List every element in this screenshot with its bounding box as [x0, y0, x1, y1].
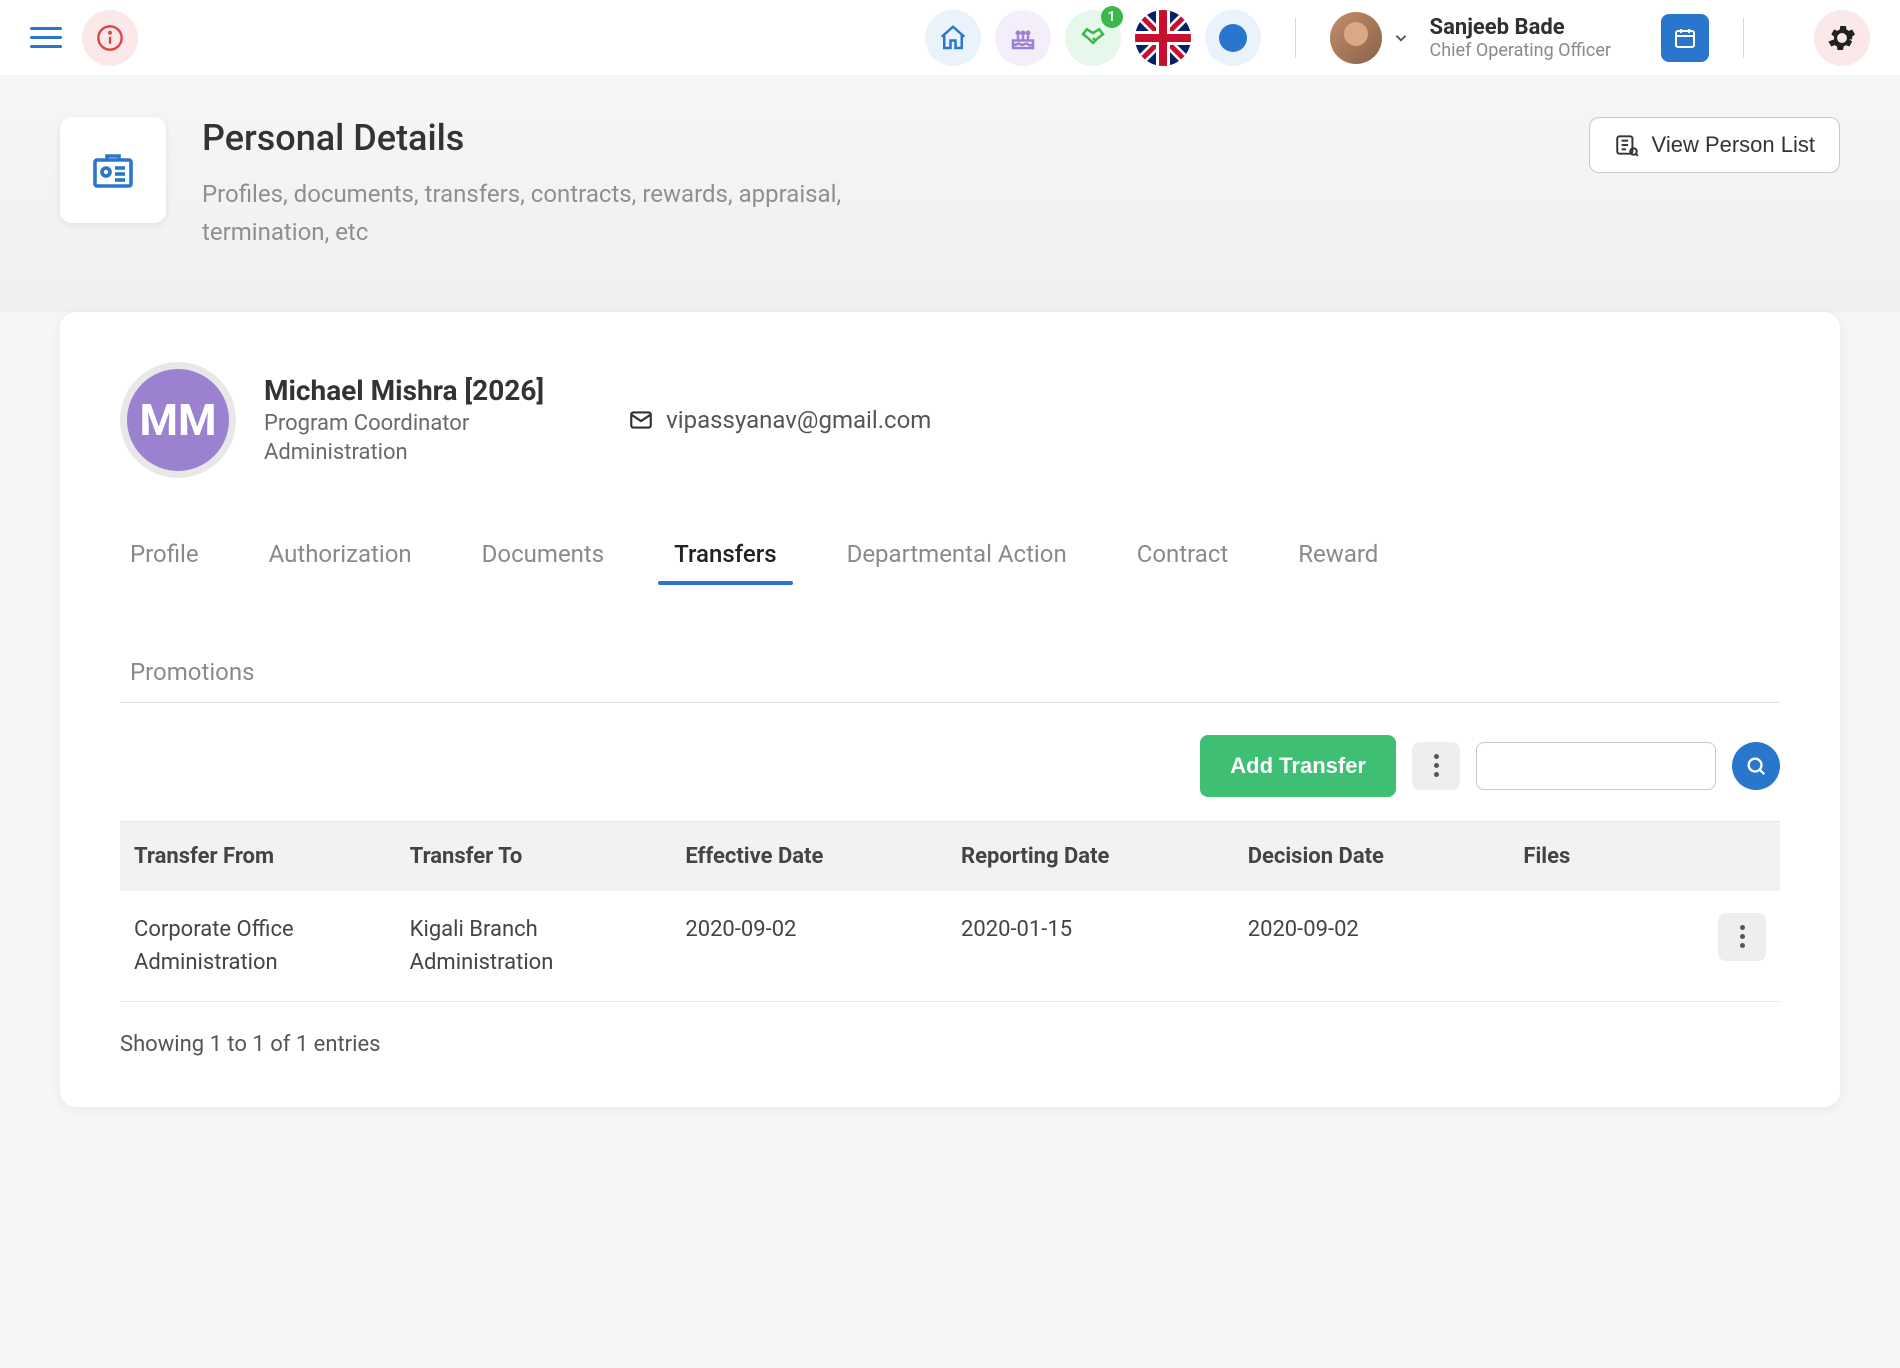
language-flag-icon[interactable] [1135, 10, 1191, 66]
list-icon [1614, 132, 1640, 158]
tab-profile[interactable]: Profile [120, 524, 209, 584]
user-name: Sanjeeb Bade [1430, 15, 1611, 40]
home-icon[interactable] [925, 10, 981, 66]
person-name: Michael Mishra [2026] [264, 374, 544, 407]
header-text: Personal Details Profiles, documents, tr… [202, 117, 1553, 252]
tab-documents[interactable]: Documents [472, 524, 615, 584]
cell-transfer-to: Kigali Branch Administration [410, 913, 686, 979]
add-transfer-button[interactable]: Add Transfer [1200, 735, 1396, 797]
three-dots-vertical-icon [1740, 925, 1745, 948]
cell-effective-date: 2020-09-02 [685, 913, 961, 946]
tab-contract[interactable]: Contract [1127, 524, 1239, 584]
mail-icon [628, 407, 654, 433]
topbar-left [30, 10, 138, 66]
view-person-list-button[interactable]: View Person List [1589, 117, 1840, 173]
actions-row: Add Transfer [120, 735, 1780, 797]
cell-decision-date: 2020-09-02 [1248, 913, 1524, 946]
person-email: vipassyanav@gmail.com [666, 406, 931, 434]
th-reporting-date: Reporting Date [961, 844, 1248, 869]
tab-authorization[interactable]: Authorization [259, 524, 422, 584]
topbar: 1 Sanjeeb Bade Chief Operating Officer [0, 0, 1900, 75]
table-row: Corporate Office Administration Kigali B… [120, 891, 1780, 1002]
topbar-center: 1 Sanjeeb Bade Chief Operating Officer [925, 10, 1870, 66]
tab-promotions[interactable]: Promotions [120, 634, 1780, 702]
id-card-icon [60, 117, 166, 223]
search-input[interactable] [1476, 742, 1716, 790]
tabs: Profile Authorization Documents Transfer… [120, 524, 1780, 703]
th-transfer-to: Transfer To [410, 844, 686, 869]
row-actions-button[interactable] [1718, 913, 1766, 961]
user-menu[interactable]: Sanjeeb Bade Chief Operating Officer [1330, 12, 1611, 64]
content-card: MM Michael Mishra [2026] Program Coordin… [60, 312, 1840, 1107]
entries-text: Showing 1 to 1 of 1 entries [120, 1032, 1780, 1057]
birthday-cake-icon[interactable] [995, 10, 1051, 66]
view-person-list-label: View Person List [1652, 132, 1815, 158]
gear-icon[interactable] [1814, 10, 1870, 66]
tab-departmental-action[interactable]: Departmental Action [837, 524, 1077, 584]
cell-transfer-from: Corporate Office Administration [134, 913, 410, 979]
hamburger-menu-icon[interactable] [30, 22, 62, 54]
search-icon [1745, 755, 1767, 777]
handshake-badge: 1 [1101, 6, 1123, 28]
table-header: Transfer From Transfer To Effective Date… [120, 822, 1780, 891]
th-transfer-from: Transfer From [134, 844, 410, 869]
th-files: Files [1523, 844, 1655, 869]
three-dots-vertical-icon [1434, 754, 1439, 777]
calendar-button[interactable] [1661, 14, 1709, 62]
divider [1295, 18, 1296, 58]
status-dot-icon[interactable] [1205, 10, 1261, 66]
th-effective-date: Effective Date [685, 844, 961, 869]
person-department: Administration [264, 440, 544, 465]
search-button[interactable] [1732, 742, 1780, 790]
initials-avatar: MM [120, 362, 236, 478]
more-options-button[interactable] [1412, 742, 1460, 790]
page-title: Personal Details [202, 117, 1553, 159]
page-header: Personal Details Profiles, documents, tr… [0, 75, 1900, 312]
avatar [1330, 12, 1382, 64]
chevron-down-icon [1392, 29, 1410, 47]
tab-transfers[interactable]: Transfers [664, 524, 786, 584]
th-decision-date: Decision Date [1248, 844, 1524, 869]
tab-reward[interactable]: Reward [1288, 524, 1388, 584]
divider [1743, 18, 1744, 58]
person-info: Michael Mishra [2026] Program Coordinato… [264, 374, 544, 465]
user-role: Chief Operating Officer [1430, 40, 1611, 61]
page-subtitle: Profiles, documents, transfers, contract… [202, 175, 962, 252]
email-block: vipassyanav@gmail.com [628, 406, 931, 434]
user-info: Sanjeeb Bade Chief Operating Officer [1430, 15, 1611, 61]
person-role: Program Coordinator [264, 411, 544, 436]
handshake-icon[interactable]: 1 [1065, 10, 1121, 66]
person-row: MM Michael Mishra [2026] Program Coordin… [120, 362, 1780, 478]
transfers-table: Transfer From Transfer To Effective Date… [120, 821, 1780, 1002]
cell-reporting-date: 2020-01-15 [961, 913, 1248, 946]
info-icon[interactable] [82, 10, 138, 66]
